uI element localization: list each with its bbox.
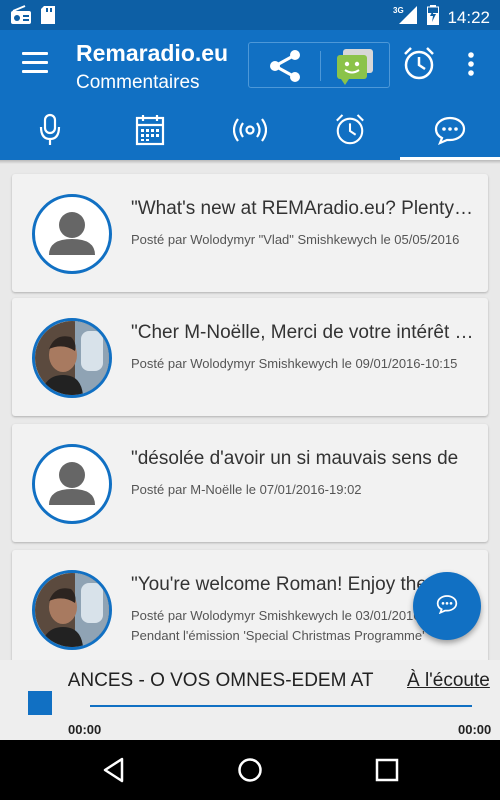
listen-link[interactable]: À l'écoute [407,670,490,692]
more-vert-icon[interactable] [462,50,480,78]
audio-player: DANCES - O VOS OMNES-EDEM AT À l'écoute … [0,660,500,740]
home-icon[interactable] [236,756,264,789]
signal-icon: 3G [393,5,419,30]
default-user-icon [32,444,112,524]
default-user-icon [32,194,112,274]
time-elapsed: 00:00 [68,722,102,737]
comment-card[interactable]: "Cher M-Noëlle, Merci de votre intérêt p… [12,298,488,416]
tab-bar [0,105,500,160]
comment-title: "What's new at REMAradio.eu? Plenty of n… [131,198,476,219]
status-time: 14:22 [447,7,490,27]
photo-avatar [32,570,112,650]
new-comment-button[interactable] [413,572,481,640]
stop-button[interactable] [28,691,52,715]
sd-card-icon [40,5,56,30]
tab-live[interactable] [0,105,100,160]
tab-alarm[interactable] [300,105,400,160]
comment-meta: Posté par Wolodymyr Smishkewych le 09/01… [131,356,458,371]
broadcast-icon [232,117,268,148]
chat-bubble-icon [434,115,466,150]
action-divider [320,51,321,81]
comment-title: "Cher M-Noëlle, Merci de votre intérêt p… [131,322,476,343]
calendar-icon [135,114,165,151]
comment-card[interactable]: "What's new at REMAradio.eu? Plenty of n… [12,174,488,292]
sms-icon[interactable] [335,47,375,85]
share-icon[interactable] [267,49,303,83]
app-bar: Remaradio.eu Commentaires [0,30,500,105]
tab-schedule[interactable] [100,105,200,160]
app-title: Remaradio.eu [76,40,229,66]
menu-icon[interactable] [22,52,48,74]
alarm-icon[interactable] [402,46,436,82]
comment-meta: Posté par Wolodymyr "Vlad" Smishkewych l… [131,232,460,247]
chat-bubble-icon [436,594,458,619]
comment-card[interactable]: "désolée d'avoir un si mauvais sens de P… [12,424,488,542]
microphone-icon [38,113,62,152]
status-bar: 3G 14:22 [0,0,500,30]
action-group [248,42,390,88]
back-icon[interactable] [100,756,128,789]
recents-icon[interactable] [374,757,400,788]
battery-icon [427,5,440,30]
progress-bar[interactable] [90,705,472,707]
time-total: 00:00 [458,722,492,737]
now-playing-text: DANCES - O VOS OMNES-EDEM AT [68,670,374,691]
comment-meta: Posté par M-Noëlle le 07/01/2016-19:02 [131,482,362,497]
system-nav-bar [0,740,500,800]
tab-comments[interactable] [400,105,500,160]
radio-icon [10,5,32,30]
page-subtitle: Commentaires [76,72,200,93]
network-label: 3G [393,6,404,15]
photo-avatar [32,318,112,398]
comment-title: "désolée d'avoir un si mauvais sens de [131,448,459,469]
tab-broadcast[interactable] [200,105,300,160]
alarm-icon [334,113,366,152]
now-playing-marquee: DANCES - O VOS OMNES-EDEM AT [68,670,388,696]
